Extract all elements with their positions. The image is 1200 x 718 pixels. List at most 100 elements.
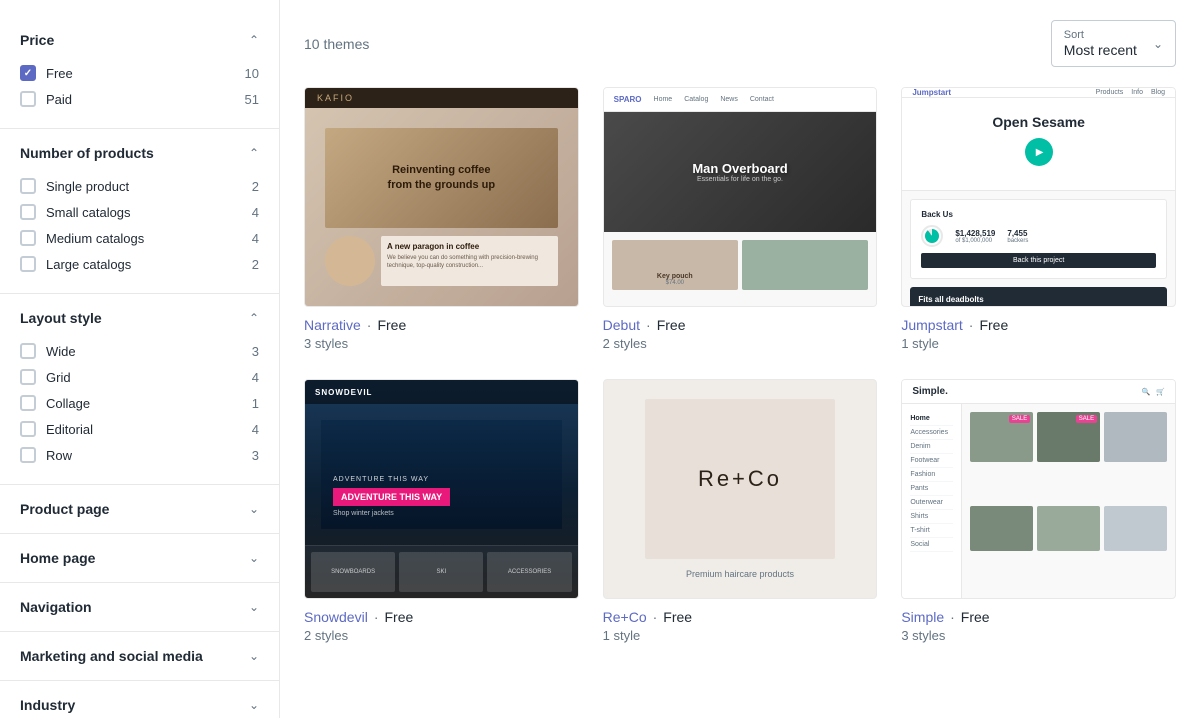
number-of-products-title: Number of products — [20, 145, 154, 161]
collage-count: 1 — [252, 396, 259, 411]
small-catalogs-count: 4 — [252, 205, 259, 220]
paid-checkbox[interactable] — [20, 91, 36, 107]
number-of-products-header[interactable]: Number of products ⌃ — [20, 145, 259, 161]
home-page-header[interactable]: Home page ⌄ — [20, 550, 259, 566]
number-of-products-section: Number of products ⌃ Single product 2 Sm… — [0, 129, 279, 294]
medium-catalogs-checkbox[interactable] — [20, 230, 36, 246]
content-header: 10 themes Sort Most recent ⌄ — [304, 20, 1176, 67]
layout-style-chevron-icon: ⌃ — [249, 311, 259, 325]
marketing-social-section: Marketing and social media ⌄ — [0, 632, 279, 681]
grid-count: 4 — [252, 370, 259, 385]
simple-name[interactable]: Simple — [901, 609, 944, 625]
snowdevil-name[interactable]: Snowdevil — [304, 609, 368, 625]
medium-catalogs-count: 4 — [252, 231, 259, 246]
debut-info: Debut · Free 2 styles — [603, 307, 878, 355]
paid-label: Paid — [46, 92, 72, 107]
product-page-section: Product page ⌄ — [0, 485, 279, 534]
grid-label: Grid — [46, 370, 71, 385]
theme-card-narrative[interactable]: KAFIO Reinventing coffeefrom the grounds… — [304, 87, 579, 355]
layout-style-section: Layout style ⌃ Wide 3 Grid 4 — [0, 294, 279, 485]
theme-card-jumpstart[interactable]: Jumpstart Products Info Blog Open Sesame… — [901, 87, 1176, 355]
theme-card-snowdevil[interactable]: SNOWDEVIL ADVENTURE THIS WAY ADVENTURE T… — [304, 379, 579, 647]
row-checkbox[interactable] — [20, 447, 36, 463]
jumpstart-price: Free — [979, 317, 1008, 333]
narrative-name[interactable]: Narrative — [304, 317, 361, 333]
filter-item-large-catalogs: Large catalogs 2 — [20, 251, 259, 277]
marketing-social-header[interactable]: Marketing and social media ⌄ — [20, 648, 259, 664]
industry-title: Industry — [20, 697, 75, 713]
jumpstart-styles: 1 style — [901, 336, 939, 351]
price-filter-header[interactable]: Price ⌃ — [20, 32, 259, 48]
medium-catalogs-label: Medium catalogs — [46, 231, 144, 246]
grid-checkbox[interactable] — [20, 369, 36, 385]
product-page-header[interactable]: Product page ⌄ — [20, 501, 259, 517]
layout-style-header[interactable]: Layout style ⌃ — [20, 310, 259, 326]
industry-header[interactable]: Industry ⌄ — [20, 697, 259, 713]
narrative-price: Free — [377, 317, 406, 333]
sort-label: Sort — [1064, 29, 1137, 41]
narrative-preview: KAFIO Reinventing coffeefrom the grounds… — [304, 87, 579, 307]
row-count: 3 — [252, 448, 259, 463]
wide-label: Wide — [46, 344, 76, 359]
theme-card-simple[interactable]: Simple. 🔍 🛒 Home Accessories Denim Footw… — [901, 379, 1176, 647]
home-page-title: Home page — [20, 550, 95, 566]
product-page-title: Product page — [20, 501, 109, 517]
sidebar: Price ⌃ Free 10 Paid 51 Number o — [0, 0, 280, 718]
filter-item-collage: Collage 1 — [20, 390, 259, 416]
free-label: Free — [46, 66, 73, 81]
industry-section: Industry ⌄ — [0, 681, 279, 718]
simple-info: Simple · Free 3 styles — [901, 599, 1176, 647]
debut-name[interactable]: Debut — [603, 317, 640, 333]
filter-item-wide: Wide 3 — [20, 338, 259, 364]
price-filter-section: Price ⌃ Free 10 Paid 51 — [0, 16, 279, 129]
collage-label: Collage — [46, 396, 90, 411]
sort-dropdown[interactable]: Sort Most recent ⌄ — [1051, 20, 1176, 67]
industry-chevron-icon: ⌄ — [249, 698, 259, 712]
reco-price: Free — [663, 609, 692, 625]
price-filter-title: Price — [20, 32, 54, 48]
theme-card-debut[interactable]: SPARO Home Catalog News Contact Man Over… — [603, 87, 878, 355]
free-count: 10 — [245, 66, 259, 81]
filter-item-editorial: Editorial 4 — [20, 416, 259, 442]
reco-name[interactable]: Re+Co — [603, 609, 647, 625]
single-product-label: Single product — [46, 179, 129, 194]
wide-checkbox[interactable] — [20, 343, 36, 359]
small-catalogs-checkbox[interactable] — [20, 204, 36, 220]
collage-checkbox[interactable] — [20, 395, 36, 411]
filter-item-small-catalogs: Small catalogs 4 — [20, 199, 259, 225]
snowdevil-preview: SNOWDEVIL ADVENTURE THIS WAY ADVENTURE T… — [304, 379, 579, 599]
editorial-count: 4 — [252, 422, 259, 437]
free-checkbox[interactable] — [20, 65, 36, 81]
narrative-info: Narrative · Free 3 styles — [304, 307, 579, 355]
debut-price: Free — [657, 317, 686, 333]
filter-item-grid: Grid 4 — [20, 364, 259, 390]
snowdevil-info: Snowdevil · Free 2 styles — [304, 599, 579, 647]
sort-value: Most recent — [1064, 42, 1137, 58]
single-product-checkbox[interactable] — [20, 178, 36, 194]
home-page-section: Home page ⌄ — [0, 534, 279, 583]
filter-item-free: Free 10 — [20, 60, 259, 86]
jumpstart-name[interactable]: Jumpstart — [901, 317, 962, 333]
reco-styles: 1 style — [603, 628, 641, 643]
large-catalogs-count: 2 — [252, 257, 259, 272]
small-catalogs-label: Small catalogs — [46, 205, 131, 220]
navigation-chevron-icon: ⌄ — [249, 600, 259, 614]
sort-chevron-icon: ⌄ — [1153, 37, 1163, 51]
product-page-chevron-icon: ⌄ — [249, 502, 259, 516]
large-catalogs-checkbox[interactable] — [20, 256, 36, 272]
theme-card-reco[interactable]: Re+Co Premium haircare products Re+Co · … — [603, 379, 878, 647]
snowdevil-price: Free — [385, 609, 414, 625]
themes-count: 10 themes — [304, 36, 369, 52]
filter-item-row: Row 3 — [20, 442, 259, 468]
editorial-label: Editorial — [46, 422, 93, 437]
main-content: 10 themes Sort Most recent ⌄ KAFIO — [280, 0, 1200, 718]
reco-info: Re+Co · Free 1 style — [603, 599, 878, 647]
layout-style-title: Layout style — [20, 310, 102, 326]
home-page-chevron-icon: ⌄ — [249, 551, 259, 565]
single-product-count: 2 — [252, 179, 259, 194]
marketing-social-title: Marketing and social media — [20, 648, 203, 664]
narrative-styles: 3 styles — [304, 336, 348, 351]
marketing-social-chevron-icon: ⌄ — [249, 649, 259, 663]
editorial-checkbox[interactable] — [20, 421, 36, 437]
navigation-header[interactable]: Navigation ⌄ — [20, 599, 259, 615]
